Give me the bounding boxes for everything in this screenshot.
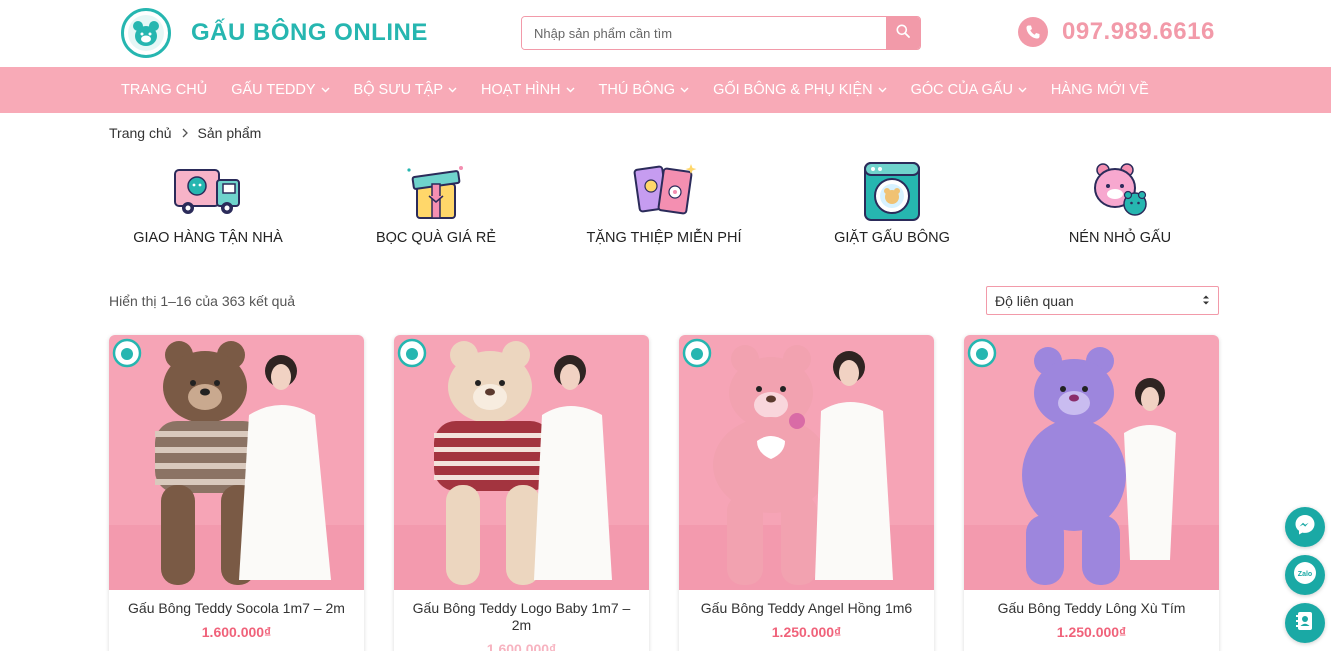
product-name[interactable]: Gấu Bông Teddy Lông Xù Tím (964, 600, 1219, 617)
breadcrumb-current: Sản phẩm (197, 125, 262, 141)
product-name[interactable]: Gấu Bông Teddy Socola 1m7 – 2m (109, 600, 364, 617)
chevron-right-icon (182, 128, 188, 138)
nav-item-label: HOẠT HÌNH (481, 82, 561, 98)
product-card[interactable]: Gấu Bông Teddy Angel Hồng 1m6 1.250.000₫ (679, 335, 934, 651)
product-name[interactable]: Gấu Bông Teddy Logo Baby 1m7 – 2m (394, 600, 649, 634)
search-bar (521, 16, 921, 50)
brand-name[interactable]: GẤU BÔNG ONLINE (191, 19, 428, 47)
feature-label: TẶNG THIỆP MIỄN PHÍ (586, 230, 742, 246)
messenger-icon (1293, 513, 1317, 542)
zalo-icon: Zalo (1292, 560, 1318, 591)
greeting-cards-icon (627, 160, 701, 222)
chevron-down-icon (566, 87, 575, 93)
search-icon (896, 24, 910, 43)
product-price: 1.600.000₫ (486, 641, 557, 651)
sort-selected-value: Độ liên quan (995, 292, 1074, 309)
logo[interactable]: GẤU BÔNG ONLINE (121, 8, 428, 58)
nav-item-label: BỘ SƯU TẬP (353, 82, 444, 98)
feature-delivery[interactable]: GIAO HÀNG TẬN NHÀ (108, 160, 308, 246)
phone-icon (1018, 17, 1048, 47)
product-price: 1.250.000₫ (1056, 624, 1127, 640)
search-button[interactable] (886, 17, 920, 49)
feature-label: GIAO HÀNG TẬN NHÀ (133, 230, 283, 246)
product-price: 1.600.000₫ (201, 624, 272, 640)
nav-item-teddy[interactable]: GẤU TEDDY (231, 82, 330, 98)
feature-gift-wrap[interactable]: BỌC QUÀ GIÁ RẺ (336, 160, 536, 246)
sort-select[interactable]: Độ liên quan (986, 286, 1219, 315)
product-name[interactable]: Gấu Bông Teddy Angel Hồng 1m6 (679, 600, 934, 617)
washing-machine-icon (855, 160, 929, 222)
feature-washing[interactable]: GIẶT GẤU BÔNG (792, 160, 992, 246)
nav-item-label: HÀNG MỚI VỀ (1050, 82, 1149, 98)
product-image[interactable] (394, 335, 649, 590)
nav-item-stuffed-animals[interactable]: THÚ BÔNG (599, 82, 690, 98)
logo-bear-icon (121, 8, 171, 58)
chevron-down-icon (1018, 87, 1027, 93)
nav-item-cartoon[interactable]: HOẠT HÌNH (481, 82, 575, 98)
messenger-button[interactable] (1285, 507, 1325, 547)
delivery-truck-icon (171, 160, 245, 222)
nav-item-collection[interactable]: BỘ SƯU TẬP (354, 82, 457, 98)
select-arrows-icon (1202, 293, 1210, 309)
product-image[interactable] (679, 335, 934, 590)
feature-label: GIẶT GẤU BÔNG (834, 230, 950, 246)
feature-label: BỌC QUÀ GIÁ RẺ (375, 230, 497, 246)
nav-item-pillows[interactable]: GỐI BÔNG & PHỤ KIỆN (713, 82, 887, 98)
product-card[interactable]: Gấu Bông Teddy Logo Baby 1m7 – 2m 1.600.… (394, 335, 649, 651)
nav-item-label: GẤU TEDDY (231, 82, 316, 98)
chevron-down-icon (321, 87, 330, 93)
search-input[interactable] (522, 17, 886, 49)
chevron-down-icon (448, 87, 457, 93)
feature-label: NÉN NHỎ GẤU (1068, 230, 1172, 246)
nav-item-label: THÚ BÔNG (598, 82, 676, 98)
contact-button[interactable] (1285, 603, 1325, 643)
hotline[interactable]: 097.989.6616 (1018, 17, 1215, 47)
svg-text:Zalo: Zalo (1298, 571, 1312, 578)
nav-item-home[interactable]: TRANG CHỦ (121, 82, 207, 98)
chevron-down-icon (878, 87, 887, 93)
result-count: Hiển thị 1–16 của 363 kết quả (109, 293, 296, 309)
nav-item-bear-corner[interactable]: GÓC CỦA GẤU (911, 82, 1027, 98)
nav-item-label: TRANG CHỦ (121, 82, 208, 98)
feature-compress[interactable]: NÉN NHỎ GẤU (1020, 160, 1220, 246)
contact-book-icon (1294, 610, 1316, 637)
nav-item-label: GỐI BÔNG & PHỤ KIỆN (713, 82, 873, 98)
product-image[interactable] (109, 335, 364, 590)
site-header: GẤU BÔNG ONLINE 097.989.6616 (0, 0, 1331, 67)
phone-number[interactable]: 097.989.6616 (1062, 18, 1215, 46)
compressed-bear-icon (1083, 160, 1157, 222)
nav-item-new-arrivals[interactable]: HÀNG MỚI VỀ (1051, 82, 1149, 98)
breadcrumb-home-link[interactable]: Trang chủ (109, 125, 172, 141)
nav-item-label: GÓC CỦA GẤU (910, 82, 1013, 98)
feature-free-card[interactable]: TẶNG THIỆP MIỄN PHÍ (564, 160, 764, 246)
chevron-down-icon (680, 87, 689, 93)
product-image[interactable] (964, 335, 1219, 590)
gift-box-icon (399, 160, 473, 222)
service-features: GIAO HÀNG TẬN NHÀ BỌC QUÀ GIÁ RẺ TẶNG TH… (0, 160, 1331, 250)
product-card[interactable]: Gấu Bông Teddy Socola 1m7 – 2m 1.600.000… (109, 335, 364, 651)
product-card[interactable]: Gấu Bông Teddy Lông Xù Tím 1.250.000₫ (964, 335, 1219, 651)
product-price: 1.250.000₫ (771, 624, 842, 640)
main-nav: TRANG CHỦ GẤU TEDDY BỘ SƯU TẬP HOẠT HÌNH… (0, 67, 1331, 113)
zalo-button[interactable]: Zalo (1285, 555, 1325, 595)
breadcrumb: Trang chủ Sản phẩm (109, 125, 261, 141)
